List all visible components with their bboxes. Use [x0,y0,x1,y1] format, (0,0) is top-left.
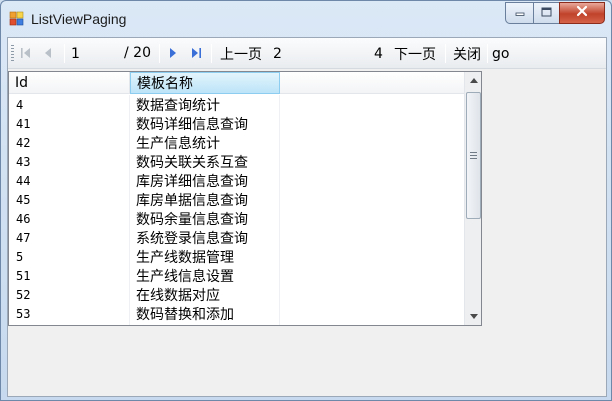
minimize-icon [515,6,525,21]
table-row[interactable]: 51 生产线信息设置 [9,266,464,285]
cell-id: 4 [16,97,24,112]
table-row[interactable]: 47 系统登录信息查询 [9,228,464,247]
table-row[interactable]: 5 生产线数据管理 [9,247,464,266]
column-header-template-name[interactable]: 模板名称 [130,72,280,94]
first-page-icon[interactable] [19,46,33,60]
cell-template-name: 生产线数据管理 [136,249,234,266]
column-header-id[interactable]: Id [9,72,130,94]
list-header: Id 模板名称 [9,72,464,94]
cell-id: 43 [16,154,31,169]
minimize-button[interactable] [505,2,533,24]
previous-page-icon[interactable] [41,46,55,60]
page-number-input[interactable] [271,43,369,64]
thumb-grip-icon [470,152,477,159]
close-window-button[interactable] [559,2,605,24]
paging-toolbar: / 20 上一页 下一页 关闭 go [8,38,606,69]
column-header-filler [280,72,464,94]
cell-template-name: 数码替换和添加 [136,306,234,323]
caption-buttons [505,2,605,24]
table-row[interactable]: 41 数码详细信息查询 [9,114,464,133]
cell-template-name: 生产线信息设置 [136,268,234,285]
cell-id: 45 [16,192,31,207]
toolbar-separator [445,44,446,63]
cell-id: 51 [16,268,31,283]
go-button[interactable]: go [490,43,511,64]
cell-template-name: 生产信息统计 [136,135,220,152]
cell-id: 41 [16,116,31,131]
table-row[interactable]: 45 库房单据信息查询 [9,190,464,209]
cell-id: 44 [16,173,31,188]
scrollbar-thumb[interactable] [466,92,481,219]
cell-id: 53 [16,306,31,321]
toolbar-separator [159,44,160,63]
toolbar-grip[interactable] [11,45,14,62]
table-row[interactable]: 44 库房详细信息查询 [9,171,464,190]
table-row[interactable]: 42 生产信息统计 [9,133,464,152]
cell-template-name: 库房单据信息查询 [136,192,248,209]
current-page-input[interactable] [69,43,123,64]
cell-template-name: 系统登录信息查询 [136,230,248,247]
scroll-up-icon[interactable] [465,72,481,89]
cell-id: 42 [16,135,31,150]
client-area: / 20 上一页 下一页 关闭 go Id 模板名称 [7,37,607,397]
cell-template-name: 数码余量信息查询 [136,211,248,228]
total-pages-label: / 20 [124,45,151,61]
cell-id: 47 [16,230,31,245]
close-icon [576,5,588,21]
last-page-icon[interactable] [189,46,203,60]
maximize-button[interactable] [533,2,559,24]
cell-template-name: 数码详细信息查询 [136,116,248,133]
list-rows: 4 数据查询统计 41 数码详细信息查询 42 生产信息统计 43 数码关联关系互查 44 库房详… [9,95,464,323]
main-window: ListViewPaging 1 / 20 上一页 2 4 下一页 关闭 go … [0,0,612,401]
table-row[interactable]: 4 数据查询统计 [9,95,464,114]
toolbar-separator [211,44,212,63]
next-page-button[interactable]: 下一页 [392,43,438,64]
cell-template-name: 在线数据对应 [136,287,220,304]
prev-page-button[interactable]: 上一页 [218,43,264,64]
next-page-icon[interactable] [166,46,180,60]
table-row[interactable]: 53 数码替换和添加 [9,304,464,323]
cell-id: 5 [16,249,24,264]
cell-id: 52 [16,287,31,302]
maximize-icon [541,6,552,21]
app-icon [9,11,25,27]
cell-id: 46 [16,211,31,226]
cell-template-name: 库房详细信息查询 [136,173,248,190]
toolbar-separator [487,44,488,63]
vertical-scrollbar[interactable] [464,72,481,325]
table-row[interactable]: 52 在线数据对应 [9,285,464,304]
scroll-down-icon[interactable] [465,308,481,325]
toolbar-separator [64,44,65,63]
title-bar[interactable]: ListViewPaging [1,1,611,37]
close-button[interactable]: 关闭 [451,43,483,64]
template-list-view[interactable]: Id 模板名称 4 数据查询统计 41 数码详细信息查询 42 生产信息统计 43 数码关联关… [8,71,482,326]
cell-template-name: 数据查询统计 [136,97,220,114]
page-size-input[interactable] [372,43,394,64]
table-row[interactable]: 43 数码关联关系互查 [9,152,464,171]
table-row[interactable]: 46 数码余量信息查询 [9,209,464,228]
cell-template-name: 数码关联关系互查 [136,154,248,171]
window-title: ListViewPaging [31,11,127,27]
